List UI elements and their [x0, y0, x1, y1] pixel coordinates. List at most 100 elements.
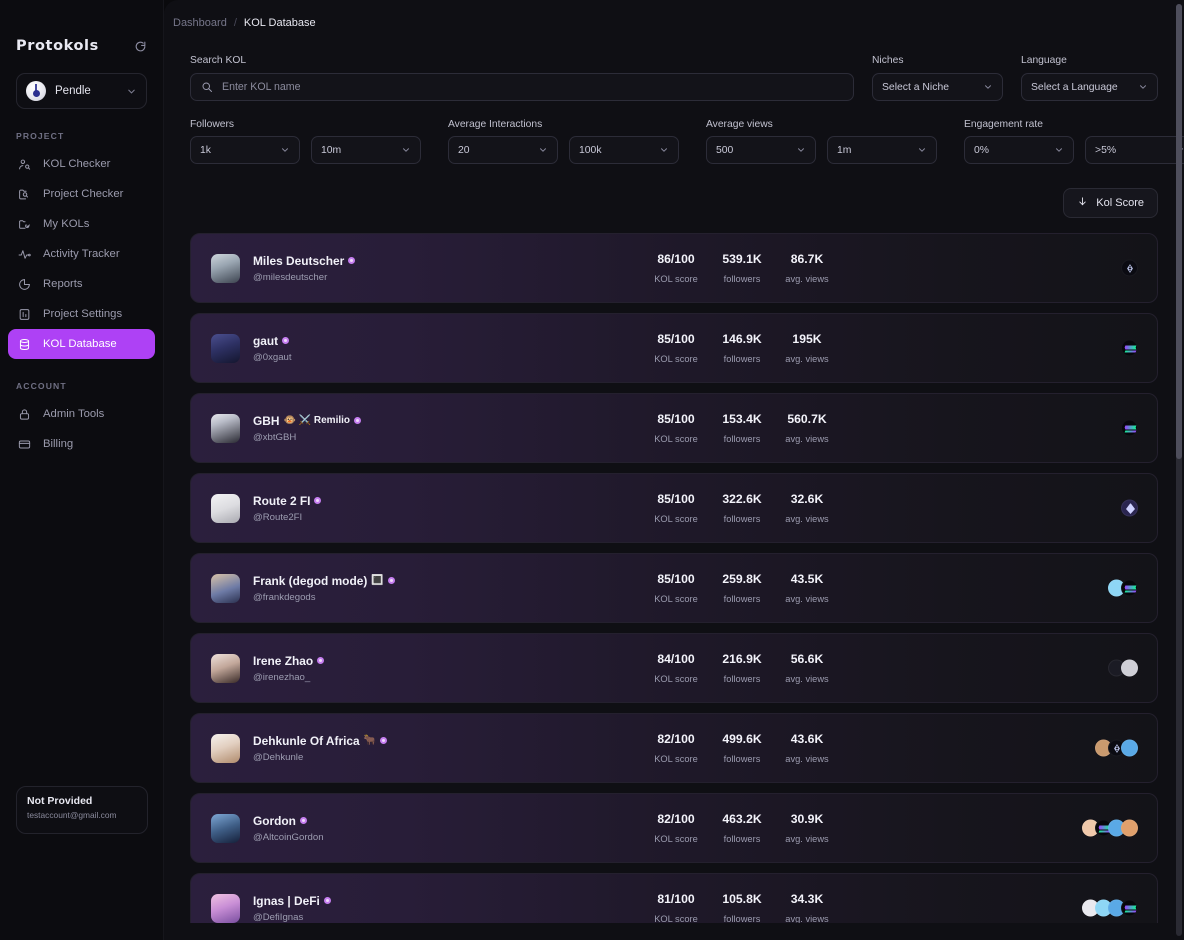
search-input[interactable]	[222, 81, 843, 93]
chevron-down-icon	[796, 145, 806, 155]
sidebar-item-label: Reports	[43, 278, 83, 290]
language-select[interactable]: Select a Language	[1021, 73, 1158, 101]
chevron-down-icon	[126, 86, 137, 97]
stat-value: 81/100	[657, 892, 695, 906]
stat-avg-views: 560.7K avg. views	[771, 412, 843, 444]
sidebar-item-activity-tracker[interactable]: Activity Tracker	[8, 239, 155, 269]
language-value: Select a Language	[1031, 81, 1118, 93]
kol-handle: @frankdegods	[253, 591, 316, 603]
stat-value: 56.6K	[790, 652, 824, 666]
stat-kol-score: 82/100 KOL score	[639, 812, 713, 844]
verified-badge-icon	[387, 577, 395, 584]
stat-label: followers	[723, 594, 761, 604]
kol-name: Irene Zhao	[253, 654, 633, 668]
sidebar-item-kol-checker[interactable]: KOL Checker	[8, 149, 155, 179]
project-badge-icon[interactable]	[1121, 579, 1138, 597]
niches-label: Niches	[872, 55, 904, 66]
sort-bar: Kol Score	[164, 164, 1184, 218]
kol-name: Frank (degod mode) 🔳	[253, 574, 633, 588]
sort-label: Kol Score	[1096, 197, 1144, 209]
sidebar-item-billing[interactable]: Billing	[8, 429, 155, 459]
search-input-wrapper[interactable]	[190, 73, 854, 101]
stat-label: KOL score	[654, 594, 698, 604]
project-badge-icon[interactable]	[1121, 659, 1138, 677]
kol-identity: gaut @0xgaut	[253, 334, 633, 363]
followers-group: Followers 1k 10m	[190, 119, 421, 164]
chevron-down-icon	[1138, 82, 1148, 92]
stat-value: 85/100	[657, 332, 695, 346]
project-badge-icon[interactable]	[1121, 339, 1138, 357]
sidebar-item-reports[interactable]: Reports	[8, 269, 155, 299]
followers-label: Followers	[190, 119, 235, 130]
views-max-value: 1m	[837, 144, 852, 156]
sidebar-item-project-checker[interactable]: Project Checker	[8, 179, 155, 209]
followers-min-select[interactable]: 1k	[190, 136, 300, 164]
sidebar-item-kol-database[interactable]: KOL Database	[8, 329, 155, 359]
project-badge-icon[interactable]	[1121, 419, 1138, 437]
kol-row[interactable]: Dehkunle Of Africa 🐂 @Dehkunle 82/100 KO…	[190, 713, 1158, 783]
interactions-max-select[interactable]: 100k	[569, 136, 679, 164]
chevron-down-icon	[401, 145, 411, 155]
breadcrumb-separator: /	[233, 17, 237, 29]
kol-row[interactable]: Route 2 FI @Route2FI 85/100 KOL score 32…	[190, 473, 1158, 543]
verified-badge-icon	[317, 657, 325, 664]
niches-select[interactable]: Select a Niche	[872, 73, 1003, 101]
stat-kol-score: 82/100 KOL score	[639, 732, 713, 764]
kol-row[interactable]: Miles Deutscher @milesdeutscher 86/100 K…	[190, 233, 1158, 303]
interactions-min-select[interactable]: 20	[448, 136, 558, 164]
kol-stats: 84/100 KOL score 216.9K followers 56.6K …	[639, 652, 843, 684]
project-badge-icon[interactable]	[1121, 819, 1138, 837]
kol-row[interactable]: gaut @0xgaut 85/100 KOL score 146.9K fol…	[190, 313, 1158, 383]
sort-kol-score-button[interactable]: Kol Score	[1063, 188, 1158, 218]
average-interactions-label: Average Interactions	[448, 119, 543, 130]
stat-value: 43.6K	[790, 732, 824, 746]
sidebar-item-admin-tools[interactable]: Admin Tools	[8, 399, 155, 429]
brand-row: Protokols	[0, 0, 163, 54]
views-max-select[interactable]: 1m	[827, 136, 937, 164]
user-account-card[interactable]: Not Provided testaccount@gmail.com	[16, 786, 148, 834]
sidebar-item-my-kols[interactable]: My KOLs	[8, 209, 155, 239]
engagement-max-select[interactable]: >5%	[1085, 136, 1184, 164]
kol-name-emoji: 🔳	[371, 574, 384, 586]
project-badge-icon[interactable]	[1121, 899, 1138, 917]
user-email: testaccount@gmail.com	[27, 810, 117, 820]
kol-name-text: Route 2 FI	[253, 493, 311, 508]
stat-label: avg. views	[785, 354, 829, 364]
stat-avg-views: 86.7K avg. views	[771, 252, 843, 284]
credit-card-icon	[17, 438, 32, 451]
verified-badge-icon	[348, 257, 356, 264]
kol-list[interactable]: Miles Deutscher @milesdeutscher 86/100 K…	[164, 233, 1184, 923]
stat-value: 560.7K	[787, 412, 827, 426]
stat-value: 85/100	[657, 492, 695, 506]
stat-value: 216.9K	[722, 652, 762, 666]
kol-row[interactable]: Ignas | DeFi @DefiIgnas 81/100 KOL score…	[190, 873, 1158, 923]
followers-max-select[interactable]: 10m	[311, 136, 421, 164]
kol-name-text: gaut	[253, 333, 279, 348]
verified-badge-icon	[380, 737, 388, 744]
sidebar-item-label: Activity Tracker	[43, 248, 120, 260]
stat-label: avg. views	[785, 274, 829, 284]
stat-label: avg. views	[785, 674, 829, 684]
verified-badge-icon	[314, 497, 322, 504]
kol-row[interactable]: Frank (degod mode) 🔳 @frankdegods 85/100…	[190, 553, 1158, 623]
stat-label: KOL score	[654, 434, 698, 444]
stat-kol-score: 85/100 KOL score	[639, 492, 713, 524]
kol-row[interactable]: Gordon @AltcoinGordon 82/100 KOL score 4…	[190, 793, 1158, 863]
avatar	[211, 333, 240, 363]
kol-name-emoji: 🐵 ⚔️ Remilio	[283, 414, 351, 426]
project-selector[interactable]: Pendle	[16, 73, 147, 109]
refresh-icon[interactable]	[134, 40, 147, 53]
views-min-select[interactable]: 500	[706, 136, 816, 164]
project-badge-icon[interactable]	[1121, 499, 1138, 517]
kol-row[interactable]: Irene Zhao @irenezhao_ 84/100 KOL score …	[190, 633, 1158, 703]
kol-row[interactable]: GBH 🐵 ⚔️ Remilio @xbtGBH 85/100 KOL scor…	[190, 393, 1158, 463]
project-badge-icon[interactable]	[1121, 259, 1138, 277]
engagement-min-select[interactable]: 0%	[964, 136, 1074, 164]
page-scrollbar-thumb[interactable]	[1176, 4, 1182, 459]
stat-avg-views: 34.3K avg. views	[771, 892, 843, 923]
kol-name-text: Irene Zhao	[253, 653, 314, 668]
project-badge-icon[interactable]	[1121, 739, 1138, 757]
breadcrumb-dashboard[interactable]: Dashboard	[173, 17, 227, 29]
sidebar-item-project-settings[interactable]: Project Settings	[8, 299, 155, 329]
stat-label: KOL score	[654, 674, 698, 684]
